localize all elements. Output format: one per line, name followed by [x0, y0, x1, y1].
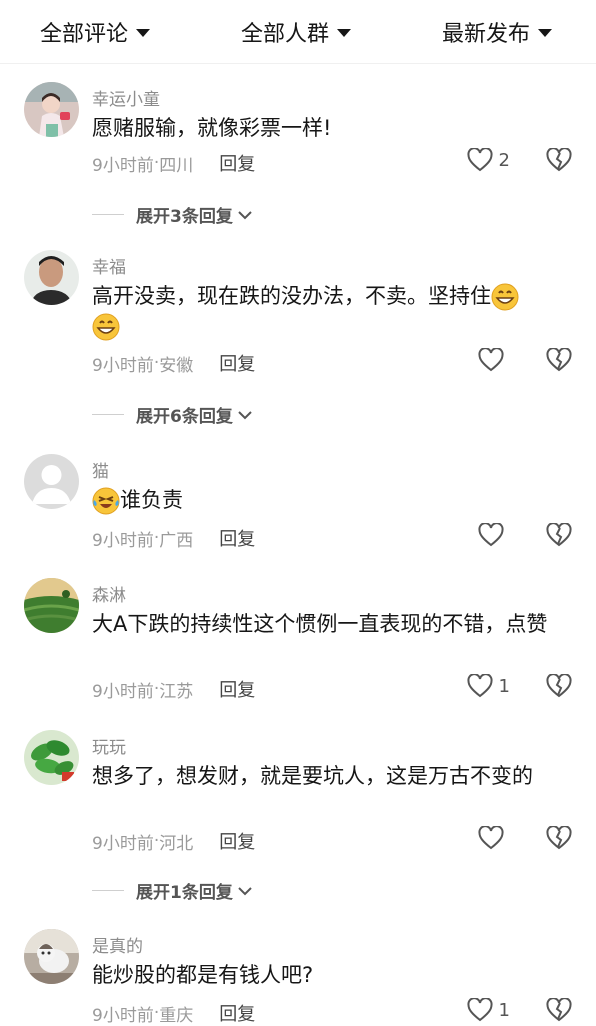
- laugh-tears-emoji-icon: [92, 487, 120, 515]
- like-button[interactable]: 1: [467, 998, 510, 1022]
- heart-icon: [478, 348, 504, 372]
- broken-heart-icon: [546, 147, 572, 172]
- like-count: 1: [498, 675, 510, 697]
- comment-location: 广西: [159, 530, 194, 551]
- comment-meta: 9小时前 · 重庆 回复: [92, 1000, 255, 1026]
- avatar[interactable]: [24, 578, 79, 633]
- comment-meta: 9小时前 · 河北 回复: [92, 828, 255, 854]
- dislike-button[interactable]: [546, 673, 572, 702]
- comment-text-body: 谁负责: [120, 488, 183, 512]
- comment-meta: 9小时前 · 江苏 回复: [92, 676, 255, 702]
- comment-location: 重庆: [159, 1005, 194, 1026]
- like-button[interactable]: 1: [467, 674, 510, 698]
- comment-text-body: 高开没卖，现在跌的没办法，不卖。坚持住: [92, 284, 491, 308]
- nickname[interactable]: 森淋: [92, 581, 126, 606]
- chevron-down-icon: [238, 886, 252, 895]
- expand-replies-label: 展开3条回复: [136, 207, 233, 227]
- avatar[interactable]: [24, 250, 79, 305]
- comment-meta: 9小时前 · 四川 回复: [92, 150, 255, 176]
- dislike-button[interactable]: [546, 347, 572, 376]
- broken-heart-icon: [546, 673, 572, 698]
- reply-button[interactable]: 回复: [219, 525, 255, 551]
- heart-icon: [478, 826, 504, 850]
- reply-button[interactable]: 回复: [219, 1000, 255, 1026]
- comment-time: 9小时前: [92, 155, 154, 176]
- filter-all-people-label: 全部人群: [240, 21, 329, 47]
- caret-down-icon: [337, 28, 351, 37]
- comment-location: 安徽: [159, 355, 194, 376]
- dislike-button[interactable]: [546, 825, 572, 854]
- comment-time: 9小时前: [92, 1005, 154, 1026]
- like-button[interactable]: 2: [467, 148, 510, 172]
- divider-line: [92, 214, 124, 215]
- comment-text: 谁负责: [92, 485, 572, 515]
- comment-location: 四川: [159, 155, 194, 176]
- comment-time: 9小时前: [92, 681, 154, 702]
- heart-icon: [467, 998, 493, 1022]
- filter-bar: 全部评论 全部人群 最新发布: [0, 0, 596, 64]
- comment-time: 9小时前: [92, 833, 154, 854]
- nickname[interactable]: 幸福: [92, 253, 126, 278]
- avatar[interactable]: [24, 929, 79, 984]
- avatar[interactable]: [24, 454, 79, 509]
- broken-heart-icon: [546, 997, 572, 1022]
- grin-emoji-icon: [92, 313, 120, 341]
- grin-emoji-icon: [491, 283, 519, 311]
- expand-replies-button[interactable]: 展开3条回复: [92, 202, 253, 227]
- filter-all-comments-label: 全部评论: [40, 21, 129, 47]
- comment-text: 愿赌服输，就像彩票一样!: [92, 116, 332, 140]
- divider-line: [92, 890, 124, 891]
- reply-button[interactable]: 回复: [219, 350, 255, 376]
- expand-replies-button[interactable]: 展开6条回复: [92, 402, 253, 427]
- heart-icon: [467, 148, 493, 172]
- comment-meta: 9小时前 · 安徽 回复: [92, 350, 255, 376]
- reply-button[interactable]: 回复: [219, 676, 255, 702]
- filter-all-comments[interactable]: 全部评论: [40, 16, 151, 48]
- comment-time: 9小时前: [92, 530, 154, 551]
- dislike-button[interactable]: [546, 997, 572, 1026]
- filter-latest-label: 最新发布: [441, 21, 530, 47]
- nickname[interactable]: 是真的: [92, 932, 143, 957]
- chevron-down-icon: [238, 210, 252, 219]
- broken-heart-icon: [546, 825, 572, 850]
- like-count: 2: [498, 149, 510, 171]
- comment-meta: 9小时前 · 广西 回复: [92, 525, 255, 551]
- like-button[interactable]: [478, 523, 510, 547]
- comment-text: 高开没卖，现在跌的没办法，不卖。坚持住: [92, 281, 572, 341]
- reply-button[interactable]: 回复: [219, 828, 255, 854]
- comment-text: 想多了，想发财，就是要坑人，这是万古不变的: [92, 764, 533, 788]
- nickname[interactable]: 玩玩: [92, 733, 126, 758]
- heart-icon: [467, 674, 493, 698]
- dislike-button[interactable]: [546, 147, 572, 176]
- chevron-down-icon: [238, 410, 252, 419]
- caret-down-icon: [136, 28, 151, 37]
- broken-heart-icon: [546, 522, 572, 547]
- avatar[interactable]: [24, 82, 79, 137]
- avatar[interactable]: [24, 730, 79, 785]
- reply-button[interactable]: 回复: [219, 150, 255, 176]
- nickname[interactable]: 猫: [92, 457, 109, 482]
- dislike-button[interactable]: [546, 522, 572, 551]
- broken-heart-icon: [546, 347, 572, 372]
- divider-line: [92, 414, 124, 415]
- nickname[interactable]: 幸运小童: [92, 85, 160, 110]
- comment-text: 能炒股的都是有钱人吧?: [92, 963, 314, 987]
- filter-all-people[interactable]: 全部人群: [241, 16, 351, 48]
- filter-latest[interactable]: 最新发布: [442, 16, 552, 48]
- expand-replies-button[interactable]: 展开1条回复: [92, 878, 253, 903]
- comment-location: 河北: [159, 833, 194, 854]
- like-count: 1: [498, 999, 510, 1021]
- heart-icon: [478, 523, 504, 547]
- comment-time: 9小时前: [92, 355, 154, 376]
- comment-location: 江苏: [159, 681, 194, 702]
- caret-down-icon: [537, 28, 552, 37]
- like-button[interactable]: [478, 826, 510, 850]
- like-button[interactable]: [478, 348, 510, 372]
- expand-replies-label: 展开1条回复: [136, 883, 233, 903]
- expand-replies-label: 展开6条回复: [136, 407, 233, 427]
- comment-text: 大A下跌的持续性这个惯例一直表现的不错，点赞: [92, 612, 548, 636]
